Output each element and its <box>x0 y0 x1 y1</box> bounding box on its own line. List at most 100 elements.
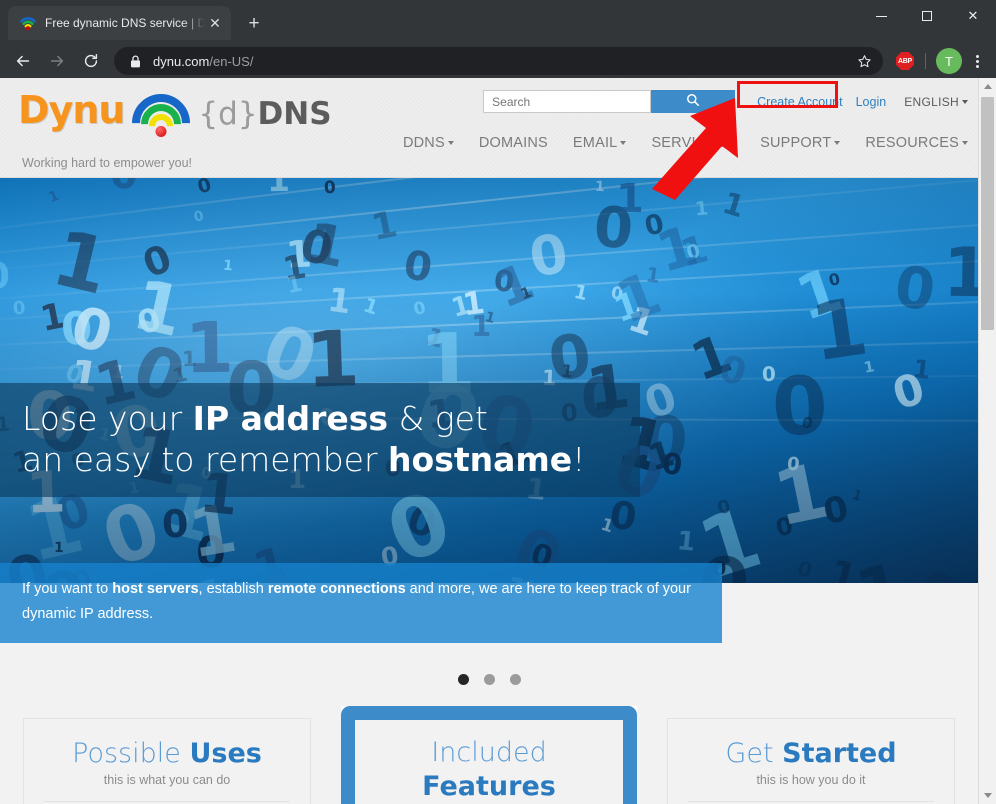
logo-ddns-prefix: {d} <box>198 96 258 132</box>
card-get-started: Get Started this is how you do it Create… <box>667 718 955 804</box>
login-link[interactable]: Login <box>856 95 887 109</box>
search-input[interactable] <box>483 90 652 113</box>
hero-sub-bold1: host servers <box>112 581 199 597</box>
card-title-bold: Features <box>422 771 556 802</box>
hero-headline-bold2: hostname <box>388 440 573 479</box>
carousel-dot-3[interactable] <box>509 674 521 685</box>
tab-close-icon[interactable]: ✕ <box>205 13 225 33</box>
hero-headline-bold1: IP address <box>192 399 389 438</box>
search-button[interactable] <box>651 90 736 113</box>
card-divider <box>44 801 290 802</box>
hero-headline-line2-part1: an easy to remember <box>22 440 389 479</box>
maximize-button[interactable] <box>904 0 950 32</box>
logo-wordmark: Dynu <box>18 88 125 132</box>
browser-window: Free dynamic DNS service | Dynu ✕ + ✕ dy… <box>0 0 996 804</box>
logo-ddns-text: {d}DNS <box>198 92 331 136</box>
chevron-down-icon <box>962 100 968 105</box>
page-scrollbar[interactable] <box>978 78 996 804</box>
carousel-dot-1[interactable] <box>457 674 469 685</box>
hero-headline: Lose your IP address & get an easy to re… <box>0 383 640 497</box>
browser-titlebar: Free dynamic DNS service | Dynu ✕ + ✕ <box>0 0 996 40</box>
nav-label: RESOURCES <box>865 135 959 151</box>
nav-label: SERVICES <box>651 135 727 151</box>
card-title-light: Possible <box>72 738 190 769</box>
hero-carousel: 1101101011001011001010010110101111010010… <box>0 178 978 583</box>
new-tab-button[interactable]: + <box>240 9 268 37</box>
nav-item-ddns[interactable]: DDNS <box>403 135 454 151</box>
browser-tab[interactable]: Free dynamic DNS service | Dynu ✕ <box>8 6 231 40</box>
create-account-link[interactable]: Create Account <box>753 94 846 110</box>
scrollbar-thumb[interactable] <box>981 97 994 330</box>
bookmark-star-icon[interactable] <box>851 54 877 69</box>
account-links: Create Account Login <box>753 94 886 110</box>
hero-headline-part2: & get <box>388 399 488 438</box>
language-selector[interactable]: ENGLISH <box>904 95 968 109</box>
carousel-indicators <box>0 674 978 685</box>
main-navigation: DDNS DOMAINS EMAIL SERVICES SUPPORT RESO… <box>378 135 968 151</box>
card-title-bold: Uses <box>189 738 262 769</box>
extension-icons: ABP T <box>883 48 988 74</box>
chevron-down-icon <box>620 141 627 146</box>
page-viewport: Dynu {d}DNS Working hard to empower you! <box>0 78 996 804</box>
site-tagline: Working hard to empower you! <box>22 156 192 170</box>
nav-item-resources[interactable]: RESOURCES <box>865 135 968 151</box>
nav-label: SUPPORT <box>760 135 832 151</box>
feature-cards: Possible Uses this is what you can do Gi… <box>0 706 978 804</box>
card-subtitle: this is how you do it <box>756 773 866 787</box>
card-subtitle: this is what you can do <box>103 773 231 787</box>
back-button[interactable] <box>8 46 38 76</box>
logo-ddns-suffix: DNS <box>257 96 332 132</box>
url-domain: dynu.com <box>153 53 210 69</box>
nav-label: DDNS <box>402 135 445 151</box>
tab-title: Free dynamic DNS service | Dynu <box>45 16 205 30</box>
nav-label: DOMAINS <box>478 135 548 151</box>
card-title: Included Features <box>369 736 609 804</box>
url-text: dynu.com/en-US/ <box>153 54 851 69</box>
site-logo[interactable]: Dynu {d}DNS <box>18 81 332 165</box>
card-divider <box>688 801 934 802</box>
nav-item-domains[interactable]: DOMAINS <box>479 135 548 151</box>
card-title: Get Started <box>682 737 940 771</box>
dynu-wifi-favicon-icon <box>20 15 36 31</box>
hero-subtext: If you want to host servers, establish r… <box>0 563 722 643</box>
carousel-dot-2[interactable] <box>483 674 495 685</box>
dynu-wifi-logo-icon <box>120 81 203 165</box>
language-label: ENGLISH <box>904 94 959 109</box>
card-title-bold: Started <box>782 738 897 769</box>
card-possible-uses: Possible Uses this is what you can do Gi… <box>23 718 311 804</box>
scroll-up-arrow-icon[interactable] <box>979 78 996 95</box>
close-window-button[interactable]: ✕ <box>950 0 996 32</box>
search-icon <box>686 93 700 110</box>
dynu-homepage: Dynu {d}DNS Working hard to empower you! <box>0 78 978 804</box>
url-path: /en-US/ <box>209 53 254 69</box>
reload-button[interactable] <box>76 46 106 76</box>
chevron-down-icon <box>834 141 841 146</box>
header-utility-row: Create Account Login ENGLISH <box>483 90 968 113</box>
scroll-down-arrow-icon[interactable] <box>979 787 996 804</box>
hero-overlay <box>0 178 978 583</box>
chevron-down-icon <box>962 141 968 146</box>
hero-headline-line2-part2: ! <box>572 440 586 479</box>
chrome-menu-icon[interactable] <box>966 54 988 68</box>
address-bar[interactable]: dynu.com/en-US/ <box>114 47 883 75</box>
card-title-light: Included <box>431 737 547 768</box>
browser-toolbar: dynu.com/en-US/ ABP T <box>0 40 996 82</box>
minimize-button[interactable] <box>858 0 904 32</box>
adblock-plus-icon[interactable]: ABP <box>896 52 914 70</box>
nav-item-support[interactable]: SUPPORT <box>760 135 841 151</box>
nav-label: EMAIL <box>572 135 618 151</box>
nav-item-email[interactable]: EMAIL <box>573 135 627 151</box>
card-title-light: Get <box>725 738 783 769</box>
hero-sub-part2: , establish <box>198 581 268 597</box>
toolbar-divider <box>925 53 926 69</box>
profile-avatar[interactable]: T <box>936 48 962 74</box>
site-header: Dynu {d}DNS Working hard to empower you! <box>0 78 978 178</box>
hero-sub-bold2: remote connections <box>267 581 406 597</box>
forward-button[interactable] <box>42 46 72 76</box>
lock-icon <box>128 54 142 68</box>
card-included-features: IncludedFeatures this is what helps you … <box>341 706 637 804</box>
chevron-down-icon <box>729 141 736 146</box>
nav-item-services[interactable]: SERVICES <box>651 135 736 151</box>
hero-headline-part1: Lose your <box>22 399 193 438</box>
card-title: Possible Uses <box>38 737 296 771</box>
